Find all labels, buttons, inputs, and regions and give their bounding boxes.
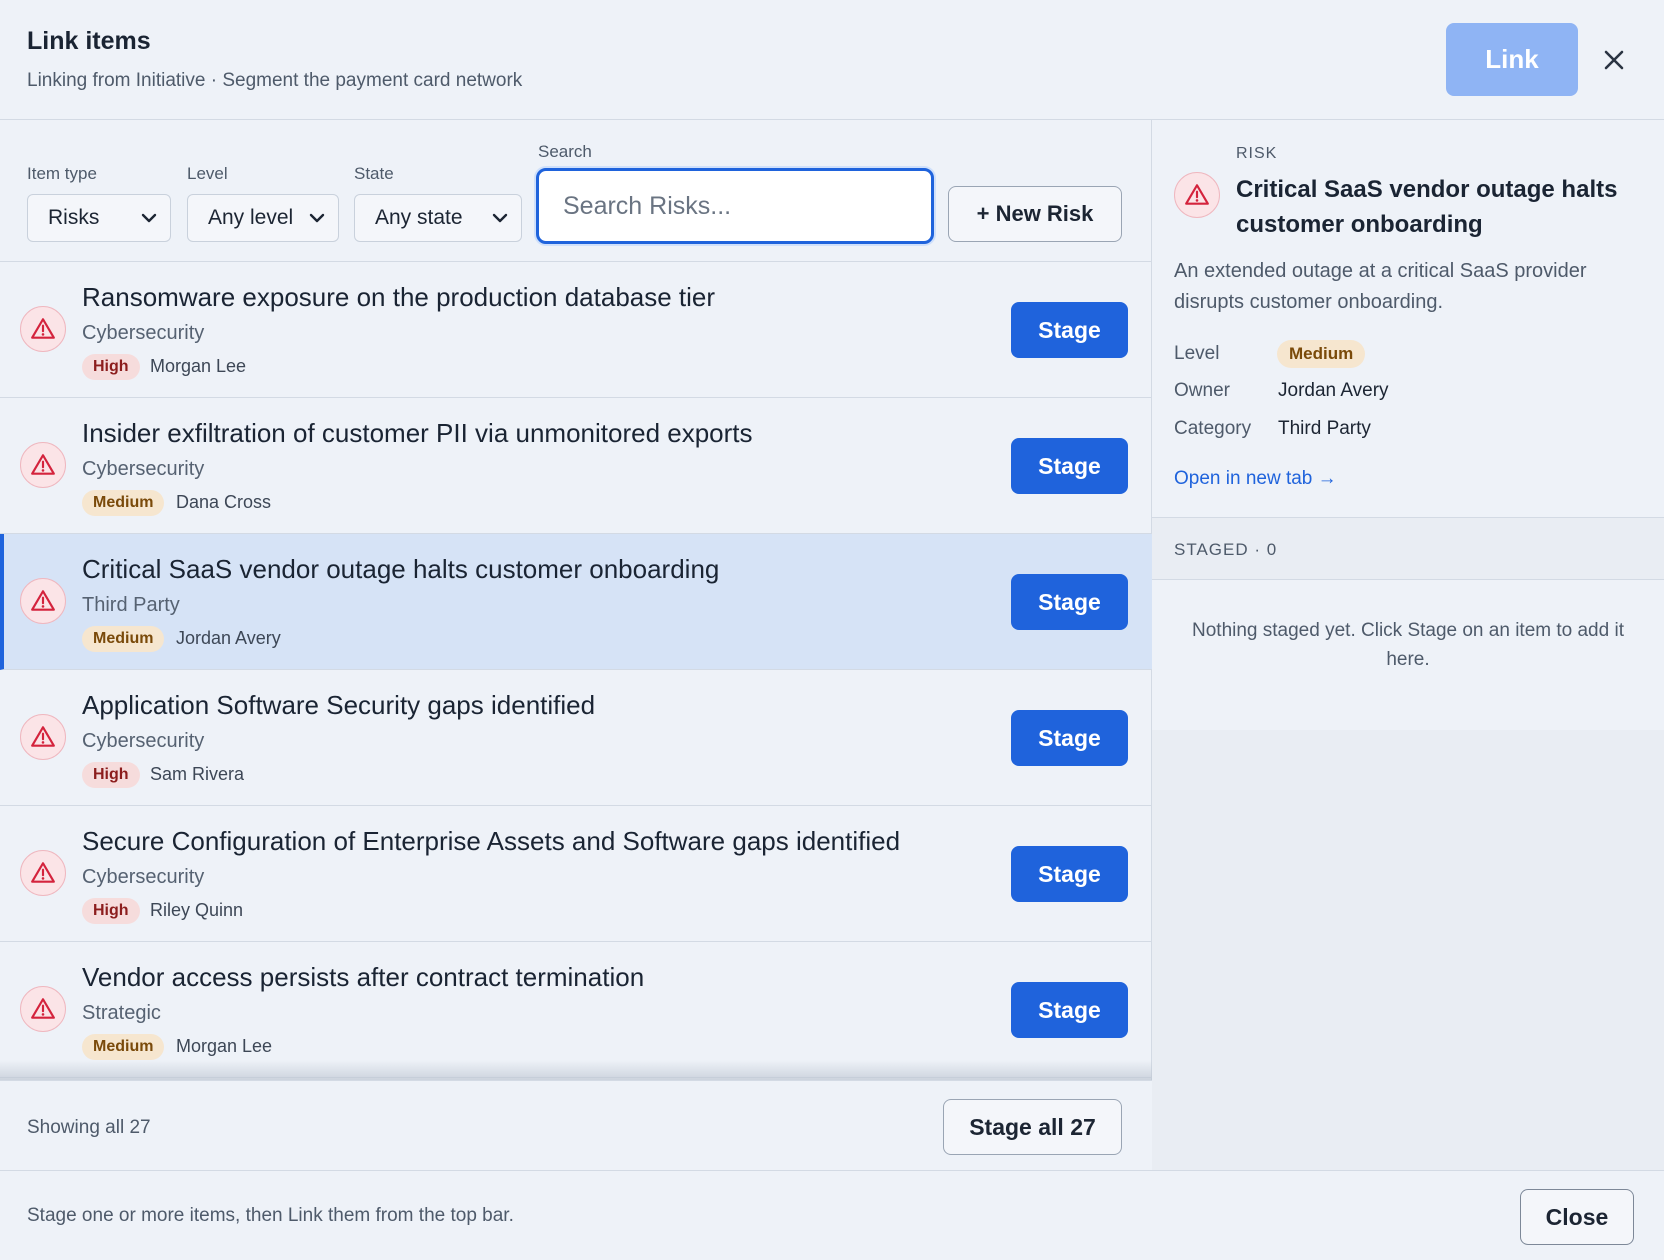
detail-type: RISK	[1236, 145, 1278, 162]
level-badge: High	[82, 898, 140, 924]
risk-category: Cybersecurity	[82, 458, 205, 480]
detail-category-key: Category	[1174, 418, 1252, 439]
item-type-label: Item type	[27, 164, 97, 183]
warning-icon	[20, 986, 66, 1032]
stage-button[interactable]: Stage	[1011, 438, 1128, 494]
detail-owner-value: Jordan Avery	[1278, 380, 1389, 401]
close-icon[interactable]	[1596, 40, 1632, 80]
risk-row[interactable]: Ransomware exposure on the production da…	[0, 262, 1152, 398]
item-type-value: Risks	[48, 206, 100, 229]
stage-all-button[interactable]: Stage all 27	[943, 1099, 1122, 1155]
dialog-footer: Stage one or more items, then Link them …	[0, 1170, 1664, 1260]
results-panel: Item type Risks Level Any level State An…	[0, 120, 1152, 1170]
level-badge: Medium	[82, 1034, 165, 1060]
risk-owner: Sam Rivera	[150, 764, 245, 784]
chevron-down-icon	[309, 213, 325, 223]
search-label: Search	[538, 142, 592, 161]
open-in-new-tab-link[interactable]: Open in new tab →	[1174, 468, 1337, 490]
risk-title: Application Software Security gaps ident…	[82, 690, 596, 720]
risk-category: Third Party	[82, 594, 180, 616]
risk-row[interactable]: Vendor access persists after contract te…	[0, 942, 1152, 1078]
risk-category: Strategic	[82, 1002, 161, 1024]
risk-owner: Dana Cross	[176, 492, 272, 512]
level-badge: High	[82, 354, 140, 380]
detail-category-value: Third Party	[1278, 418, 1371, 439]
level-badge: Medium	[82, 490, 165, 516]
list-footer: Showing all 27 Stage all 27	[0, 1080, 1152, 1170]
warning-icon	[20, 306, 66, 352]
staged-header: STAGED · 0	[1152, 518, 1664, 580]
risk-detail: RISK Critical SaaS vendor outage halts c…	[1152, 120, 1664, 518]
risk-category: Cybersecurity	[82, 730, 205, 752]
scroll-shadow	[0, 1060, 1152, 1080]
risk-row[interactable]: Insider exfiltration of customer PII via…	[0, 398, 1152, 534]
warning-icon	[20, 850, 66, 896]
risk-category: Cybersecurity	[82, 322, 205, 344]
stage-button[interactable]: Stage	[1011, 574, 1128, 630]
risk-title: Insider exfiltration of customer PII via…	[82, 418, 753, 448]
risk-owner: Morgan Lee	[176, 1036, 273, 1056]
detail-description: An extended outage at a critical SaaS pr…	[1174, 260, 1587, 313]
state-label: State	[354, 164, 394, 183]
warning-icon	[1174, 172, 1220, 218]
search-input[interactable]	[536, 168, 934, 244]
level-label: Level	[187, 164, 228, 183]
risk-owner: Morgan Lee	[150, 356, 247, 376]
detail-level-key: Level	[1174, 343, 1220, 364]
new-risk-button[interactable]: + New Risk	[948, 186, 1122, 242]
risk-title: Critical SaaS vendor outage halts custom…	[82, 554, 720, 584]
showing-count: Showing all 27	[27, 1117, 151, 1138]
close-button[interactable]: Close	[1520, 1189, 1634, 1245]
risk-title: Secure Configuration of Enterprise Asset…	[82, 826, 901, 856]
staged-empty-message: Nothing staged yet. Click Stage on an it…	[1152, 580, 1664, 730]
dialog-title: Link items	[27, 27, 151, 55]
item-type-select[interactable]: Risks	[27, 194, 171, 242]
risk-row-selected[interactable]: Critical SaaS vendor outage halts custom…	[0, 534, 1152, 670]
stage-button[interactable]: Stage	[1011, 982, 1128, 1038]
level-select[interactable]: Any level	[187, 194, 339, 242]
risk-title: Vendor access persists after contract te…	[82, 962, 645, 992]
risk-owner: Jordan Avery	[176, 628, 281, 648]
stage-button[interactable]: Stage	[1011, 710, 1128, 766]
dialog-header: Link items Linking from Initiative · Seg…	[0, 0, 1664, 120]
footer-hint: Stage one or more items, then Link them …	[27, 1205, 514, 1226]
chevron-down-icon	[492, 213, 508, 223]
detail-owner-key: Owner	[1174, 380, 1230, 401]
risk-row[interactable]: Application Software Security gaps ident…	[0, 670, 1152, 806]
warning-icon	[20, 578, 66, 624]
stage-button[interactable]: Stage	[1011, 846, 1128, 902]
risk-title: Ransomware exposure on the production da…	[82, 282, 716, 312]
warning-icon	[20, 442, 66, 488]
warning-icon	[20, 714, 66, 760]
filter-bar: Item type Risks Level Any level State An…	[0, 120, 1152, 262]
dialog-subtitle: Linking from Initiative · Segment the pa…	[27, 70, 523, 91]
level-value: Any level	[208, 206, 294, 229]
level-badge: Medium	[82, 626, 165, 652]
link-button[interactable]: Link	[1446, 23, 1578, 96]
detail-title: Critical SaaS vendor outage halts custom…	[1236, 176, 1618, 238]
detail-panel: RISK Critical SaaS vendor outage halts c…	[1152, 120, 1664, 1170]
chevron-down-icon	[141, 213, 157, 223]
staged-count: STAGED · 0	[1174, 540, 1278, 559]
risk-list: Ransomware exposure on the production da…	[0, 262, 1152, 1080]
stage-button[interactable]: Stage	[1011, 302, 1128, 358]
state-value: Any state	[375, 206, 463, 229]
state-select[interactable]: Any state	[354, 194, 522, 242]
detail-level-badge: Medium	[1277, 340, 1366, 368]
risk-owner: Riley Quinn	[150, 900, 244, 920]
risk-row[interactable]: Secure Configuration of Enterprise Asset…	[0, 806, 1152, 942]
level-badge: High	[82, 762, 140, 788]
risk-category: Cybersecurity	[82, 866, 205, 888]
